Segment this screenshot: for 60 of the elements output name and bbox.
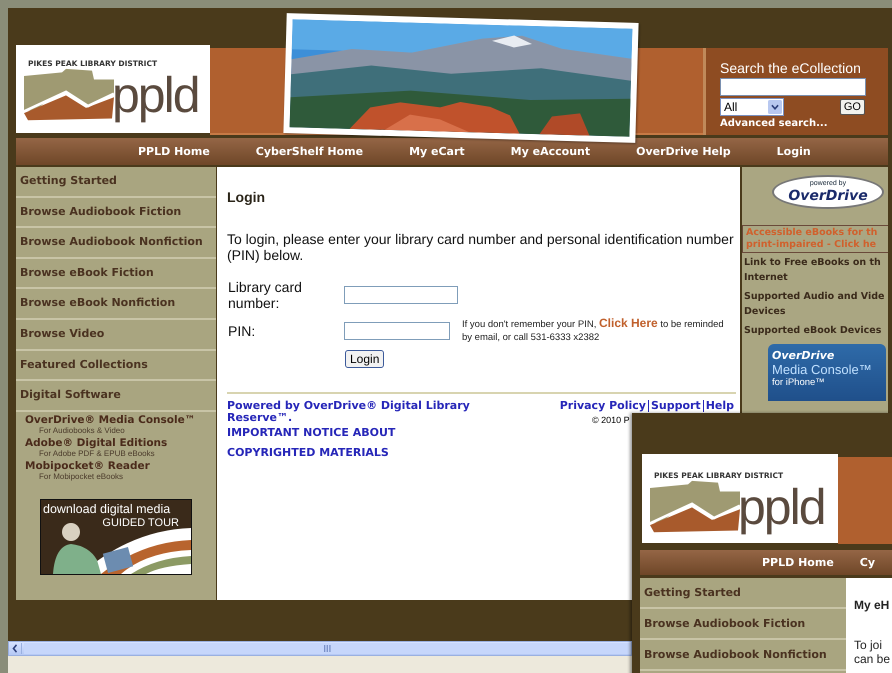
nav-link[interactable]: My eAccount: [510, 145, 590, 158]
copyright-text: © 2010 P: [591, 415, 631, 425]
format-dropdown[interactable]: All: [720, 98, 784, 116]
guided-tour-banner[interactable]: download digital media GUIDED TOUR: [40, 498, 192, 575]
software-caption: For Mobipocket eBooks: [38, 472, 124, 481]
side-link[interactable]: Supported Audio and Vide: [744, 289, 888, 304]
media-console-ad[interactable]: OverDrive Media Console™ for iPhone™: [768, 344, 886, 401]
software-link[interactable]: OverDrive® Media Console™: [25, 414, 216, 426]
side-link[interactable]: Internet: [744, 270, 888, 285]
footer-link[interactable]: Support: [648, 400, 703, 412]
footer-link[interactable]: Powered by OverDrive® Digital Library Reserve™.: [227, 400, 472, 424]
footer-link[interactable]: IMPORTANT NOTICE ABOUT COPYRIGHTED MATERIALS: [227, 423, 407, 463]
pin-reminder-text: If you don't remember your PIN, Click Here to be reminded by email, or call 531-6333 x2382: [462, 317, 725, 344]
nav-link[interactable]: CyberShelf Home: [256, 145, 364, 158]
advanced-search-link[interactable]: Advanced search...: [720, 118, 888, 129]
nav-link[interactable]: Login: [776, 145, 811, 158]
banner-text: download digital media: [43, 502, 170, 516]
footer-link[interactable]: Privacy Policy: [558, 400, 648, 412]
side-link[interactable]: Link to Free eBooks on th: [744, 255, 888, 270]
field-label: PIN:: [228, 322, 256, 338]
software-link[interactable]: Mobipocket® Reader: [25, 460, 216, 472]
reminder-link[interactable]: Click Here: [598, 316, 658, 330]
search-field[interactable]: [720, 78, 866, 96]
side-link[interactable]: Supported eBook Devices: [744, 323, 888, 338]
grip-icon: [324, 645, 331, 652]
software-link[interactable]: Adobe® Digital Editions: [25, 436, 216, 449]
link-line: print-impaired - Click he: [746, 239, 878, 251]
banner-text: GUIDED TOUR: [102, 516, 179, 529]
ad-product: Media Console™: [772, 362, 873, 377]
ad-platform: for iPhone™: [772, 377, 825, 389]
sidebar-item[interactable]: Browse Audiobook Fiction: [16, 198, 216, 228]
link-line: Accessible eBooks for th: [746, 227, 878, 239]
login-button[interactable]: Login: [345, 350, 384, 368]
badge-brand: OverDrive: [788, 188, 868, 204]
search-title: Search the eCollection: [720, 60, 862, 76]
footer-link[interactable]: Help: [702, 400, 736, 412]
scrollbar-thumb[interactable]: [24, 643, 631, 654]
sidebar-item[interactable]: Featured Collections: [16, 350, 216, 382]
intro-text: can be: [854, 652, 892, 666]
horizontal-scrollbar[interactable]: [8, 641, 632, 656]
nav-link[interactable]: PPLD Home: [138, 145, 210, 158]
logo-wordmark: ppld: [112, 68, 199, 122]
software-caption: For Audiobooks & Video: [38, 426, 126, 435]
page-heading: Login: [227, 189, 266, 205]
logo-wordmark: ppld: [738, 480, 825, 534]
field-label: Library card number:: [228, 279, 303, 311]
side-link[interactable]: Devices: [744, 304, 888, 319]
input-field[interactable]: [344, 286, 458, 304]
nav-link[interactable]: OverDrive Help: [636, 145, 731, 158]
intro-text: To joi: [854, 638, 884, 652]
input-field[interactable]: [344, 322, 450, 340]
intro-text: To login, please enter your library card number and personal identification number (PIN) below.: [227, 231, 735, 263]
go-button[interactable]: GO: [840, 99, 865, 115]
software-caption: For Adobe PDF & EPUB eBooks: [38, 448, 156, 458]
chevron-left-icon: [12, 644, 18, 653]
ad-brand: OverDrive: [772, 349, 836, 362]
page-heading: My eH: [854, 598, 890, 612]
nav-link[interactable]: My eCart: [409, 145, 465, 158]
nav-link[interactable]: PPLD Home: [762, 556, 834, 569]
nav-link[interactable]: Cy: [860, 556, 876, 569]
